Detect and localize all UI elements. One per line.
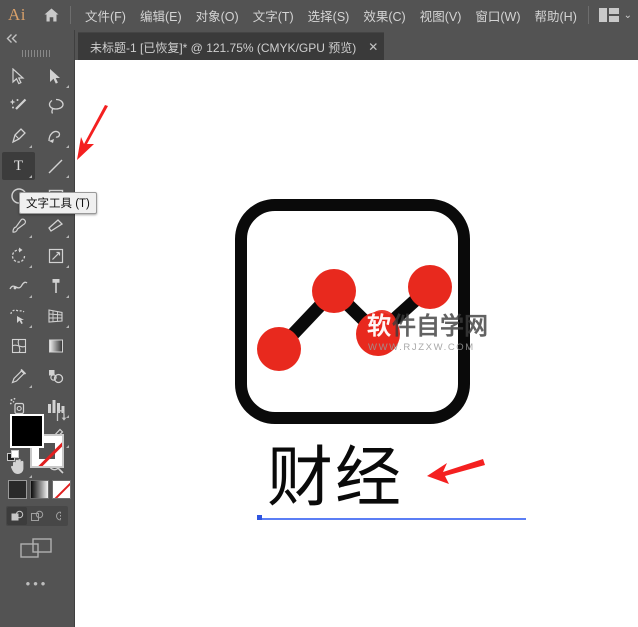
menu-divider — [70, 6, 71, 24]
menu-item-file[interactable]: 文件(F) — [78, 2, 133, 29]
menu-bar: Ai 文件(F) 编辑(E) 对象(O) 文字(T) 选择(S) 效果(C) 视… — [0, 0, 638, 30]
menu-item-help[interactable]: 帮助(H) — [528, 2, 584, 29]
home-icon[interactable] — [34, 0, 68, 30]
curvature-tool[interactable] — [39, 122, 72, 150]
menu-item-view[interactable]: 视图(V) — [413, 2, 469, 29]
text-baseline-indicator — [259, 518, 526, 520]
menu-item-effect[interactable]: 效果(C) — [356, 2, 412, 29]
color-mode-flat[interactable] — [8, 480, 27, 499]
shaper-tool[interactable] — [39, 212, 72, 240]
width-tool[interactable] — [2, 272, 35, 300]
screen-mode-icon[interactable] — [0, 536, 74, 562]
eyedropper-tool[interactable] — [2, 362, 35, 390]
line-segment-tool[interactable] — [39, 152, 72, 180]
pen-tool[interactable] — [2, 122, 35, 150]
tool-tooltip: 文字工具 (T) — [19, 192, 97, 214]
draw-normal[interactable] — [7, 507, 27, 525]
lasso-tool[interactable] — [39, 92, 72, 120]
scale-tool[interactable] — [39, 242, 72, 270]
selection-tool[interactable] — [2, 62, 35, 90]
document-tab-title: 未标题-1 [已恢复]* @ 121.75% (CMYK/GPU 预览) — [90, 40, 357, 55]
draw-inside[interactable] — [47, 507, 67, 525]
chevron-down-icon[interactable]: ⌄ — [624, 10, 632, 21]
arrow-to-text-object — [427, 459, 485, 484]
chart-logo-artwork[interactable] — [235, 199, 470, 424]
gradient-tool[interactable] — [39, 332, 72, 360]
menu-item-type[interactable]: 文字(T) — [246, 2, 301, 29]
more-tools-icon[interactable]: ••• — [0, 576, 74, 591]
paintbrush-tool[interactable] — [2, 212, 35, 240]
menu-item-object[interactable]: 对象(O) — [189, 2, 246, 29]
fill-stroke-swatches — [0, 408, 74, 476]
direct-selection-tool[interactable] — [39, 62, 72, 90]
fill-swatch[interactable] — [10, 414, 44, 448]
artwork-text: 财经 — [267, 439, 403, 516]
mesh-tool[interactable] — [2, 332, 35, 360]
document-tab-bar: 未标题-1 [已恢复]* @ 121.75% (CMYK/GPU 预览) ✕ — [74, 30, 638, 61]
text-anchor-point[interactable] — [257, 515, 262, 520]
type-T-icon: T — [13, 157, 24, 174]
color-mode-none[interactable] — [52, 480, 71, 499]
perspective-grid-tool[interactable] — [39, 302, 72, 330]
shape-builder-tool[interactable] — [2, 302, 35, 330]
workspace-divider — [587, 6, 589, 24]
illustrator-window: Ai 文件(F) 编辑(E) 对象(O) 文字(T) 选择(S) 效果(C) 视… — [0, 0, 638, 627]
artboard-canvas[interactable]: 软 件自学网 WWW.RJZXW.COM 软件自学网 WWW.RJZXW.COM… — [75, 60, 638, 627]
free-transform-tool[interactable] — [39, 272, 72, 300]
color-controls: ••• — [0, 408, 74, 591]
color-mode-row — [8, 480, 74, 499]
menu-bar-right: ⌄ — [587, 0, 632, 30]
swap-fill-stroke-icon[interactable] — [54, 410, 68, 428]
app-logo: Ai — [8, 5, 26, 24]
document-tab[interactable]: 未标题-1 [已恢复]* @ 121.75% (CMYK/GPU 预览) ✕ — [78, 32, 385, 61]
magic-wand-tool[interactable] — [2, 92, 35, 120]
blend-tool[interactable] — [39, 362, 72, 390]
menu-item-select[interactable]: 选择(S) — [301, 2, 357, 29]
workspace-switcher-icon[interactable] — [598, 8, 619, 22]
menu-item-edit[interactable]: 编辑(E) — [133, 2, 189, 29]
draw-behind[interactable] — [27, 507, 47, 525]
double-chevron-left-icon[interactable] — [0, 30, 74, 46]
type-tool[interactable]: T — [2, 152, 35, 180]
toolbar-drag-handle[interactable] — [0, 46, 74, 60]
drawing-mode-row — [6, 506, 68, 526]
artwork-text-object[interactable]: 财经 — [257, 439, 526, 520]
menu-item-window[interactable]: 窗口(W) — [468, 2, 527, 29]
rotate-tool[interactable] — [2, 242, 35, 270]
close-icon[interactable]: ✕ — [368, 40, 378, 54]
default-fill-stroke-icon[interactable] — [7, 450, 20, 468]
menu-items: 文件(F) 编辑(E) 对象(O) 文字(T) 选择(S) 效果(C) 视图(V… — [78, 2, 584, 29]
tools-panel: T 文字工具 (T) ••• — [0, 30, 97, 627]
color-mode-gradient[interactable] — [30, 480, 49, 499]
